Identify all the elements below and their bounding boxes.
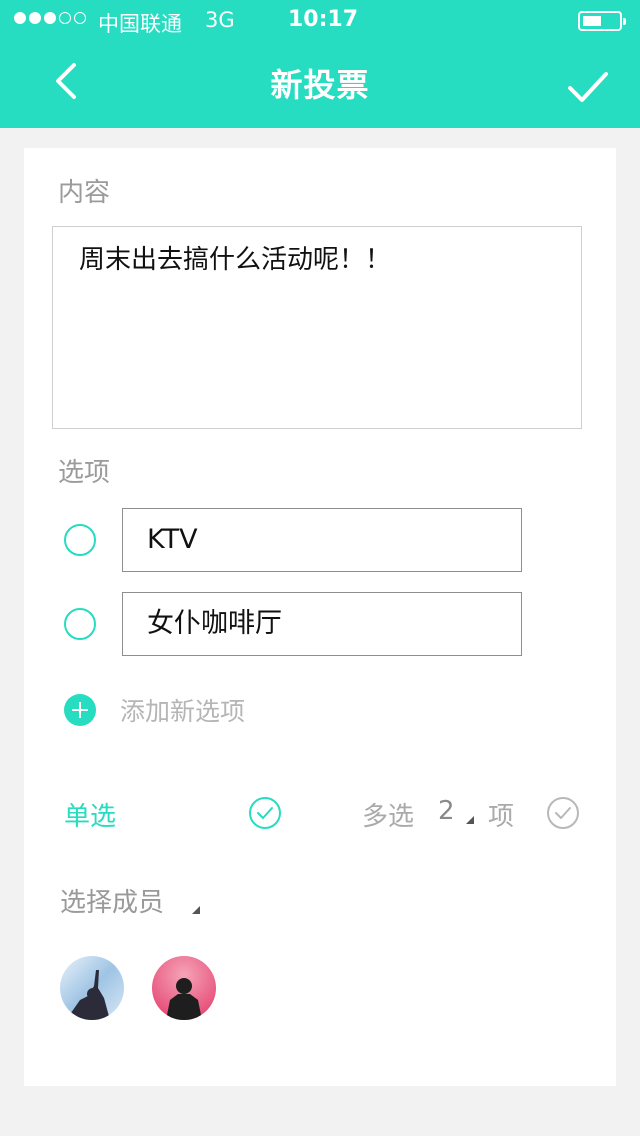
content-label: 内容 xyxy=(58,178,111,208)
confirm-button[interactable] xyxy=(562,62,614,112)
single-choice-check-icon[interactable] xyxy=(248,796,282,830)
select-members-button[interactable]: 选择成员 xyxy=(60,882,164,919)
option-radio[interactable] xyxy=(64,608,96,640)
vote-form-card: 内容 周末出去搞什么活动呢！！ 选项 KTV 女仆咖啡厅 添加新选项 单选 多选… xyxy=(24,148,616,1086)
battery-icon xyxy=(578,11,626,31)
signal-strength-icon xyxy=(14,12,86,24)
multi-choice-label[interactable]: 多选 xyxy=(362,796,414,833)
option-input[interactable]: KTV xyxy=(122,508,522,572)
multi-unit-label: 项 xyxy=(488,802,515,832)
multi-count-select[interactable]: 2 xyxy=(438,796,455,826)
option-row: 女仆咖啡厅 xyxy=(64,592,524,656)
plus-circle-icon xyxy=(64,694,96,726)
status-time: 10:17 xyxy=(288,7,359,32)
option-input[interactable]: 女仆咖啡厅 xyxy=(122,592,522,656)
app-header: 中国联通 3G 10:17 新投票 xyxy=(0,0,640,128)
add-option-button[interactable]: 添加新选项 xyxy=(64,692,304,732)
option-radio[interactable] xyxy=(64,524,96,556)
avatar[interactable] xyxy=(152,956,216,1020)
page-title: 新投票 xyxy=(270,66,370,104)
dropdown-arrow-icon[interactable] xyxy=(466,816,474,824)
network-type: 3G xyxy=(205,8,235,32)
multi-choice-check-icon[interactable] xyxy=(546,796,580,830)
content-textarea[interactable]: 周末出去搞什么活动呢！！ xyxy=(52,226,582,429)
selection-mode-row: 单选 多选 2 项 xyxy=(24,792,616,836)
add-option-label: 添加新选项 xyxy=(120,697,246,726)
option-row: KTV xyxy=(64,508,524,572)
avatar[interactable] xyxy=(60,956,124,1020)
single-choice-label[interactable]: 单选 xyxy=(64,796,116,833)
options-label: 选项 xyxy=(58,458,111,488)
status-bar: 中国联通 3G 10:17 xyxy=(0,0,640,40)
carrier-name: 中国联通 xyxy=(98,12,182,36)
dropdown-arrow-icon[interactable] xyxy=(192,906,200,914)
checkmark-icon xyxy=(568,72,608,102)
